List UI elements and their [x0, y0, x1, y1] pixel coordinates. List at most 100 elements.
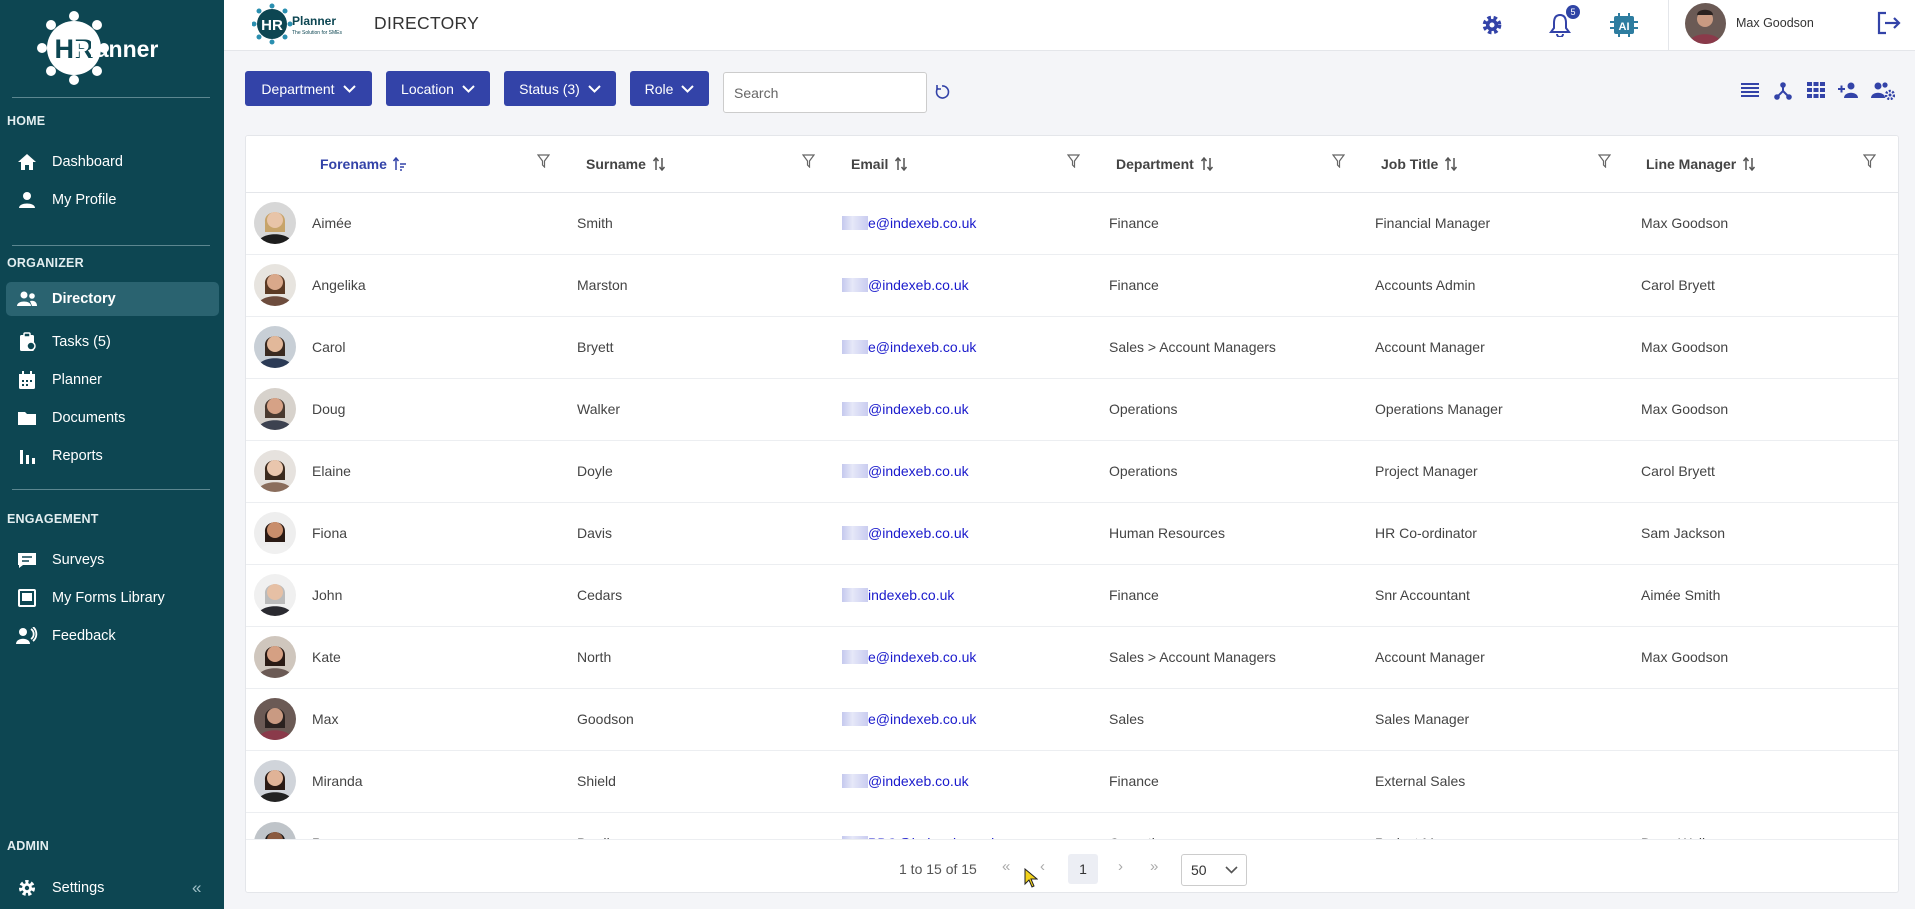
- add-user-button[interactable]: [1838, 82, 1860, 103]
- department-filter-icon[interactable]: [1332, 154, 1345, 168]
- email-cell[interactable]: indexeb.co.uk: [842, 587, 954, 603]
- sidebar-item-documents[interactable]: Documents: [6, 401, 219, 435]
- search-input[interactable]: [723, 72, 927, 113]
- chevron-down-icon: [681, 84, 695, 93]
- sort-ascending-icon: [392, 157, 406, 171]
- sidebar-item-my-forms-library[interactable]: My Forms Library: [6, 581, 219, 615]
- org-chart-view-button[interactable]: [1774, 82, 1792, 105]
- table-row[interactable]: Angelika Marston @indexeb.co.uk Finance …: [246, 255, 1898, 317]
- employee-avatar[interactable]: [254, 636, 296, 678]
- table-row[interactable]: John Cedars indexeb.co.uk Finance Snr Ac…: [246, 565, 1898, 627]
- status-filter-button[interactable]: Status (3): [504, 71, 616, 106]
- redacted-email-prefix: [842, 712, 868, 726]
- email-cell[interactable]: e@indexeb.co.uk: [842, 649, 976, 665]
- surname-cell: Cedars: [577, 587, 623, 603]
- sidebar-item-my-profile[interactable]: My Profile: [6, 183, 219, 217]
- job-title-cell: Accounts Admin: [1375, 277, 1476, 293]
- employee-avatar[interactable]: [254, 388, 296, 430]
- employee-avatar[interactable]: [254, 326, 296, 368]
- redacted-email-prefix: [842, 774, 868, 788]
- table-row[interactable]: Elaine Doyle @indexeb.co.uk Operations P…: [246, 441, 1898, 503]
- column-header-line-manager[interactable]: Line Manager: [1646, 156, 1756, 172]
- email-cell[interactable]: @indexeb.co.uk: [842, 525, 969, 541]
- current-page-button[interactable]: 1: [1068, 854, 1098, 884]
- table-row[interactable]: Carol Bryett e@indexeb.co.uk Sales > Acc…: [246, 317, 1898, 379]
- collapse-sidebar-button[interactable]: «: [192, 878, 201, 898]
- first-page-button[interactable]: «: [1002, 858, 1010, 875]
- column-header-surname[interactable]: Surname: [586, 156, 666, 172]
- department-cell: Finance: [1109, 215, 1159, 231]
- sidebar-item-label: Reports: [52, 448, 103, 464]
- employee-avatar[interactable]: [254, 450, 296, 492]
- department-cell: Finance: [1109, 277, 1159, 293]
- sidebar-item-dashboard[interactable]: Dashboard: [6, 145, 219, 179]
- column-header-forename[interactable]: Forename: [320, 156, 407, 172]
- sidebar-item-tasks[interactable]: Tasks (5): [6, 325, 219, 359]
- manage-users-button[interactable]: [1871, 82, 1896, 105]
- sidebar-item-surveys[interactable]: Surveys: [6, 543, 219, 577]
- column-header-department[interactable]: Department: [1116, 156, 1214, 172]
- sidebar-item-directory[interactable]: Directory: [6, 282, 219, 316]
- table-row[interactable]: Max Goodson e@indexeb.co.uk Sales Sales …: [246, 689, 1898, 751]
- sort-icon: [1445, 157, 1458, 171]
- email-cell[interactable]: @indexeb.co.uk: [842, 463, 969, 479]
- surname-filter-icon[interactable]: [802, 154, 815, 168]
- surname-cell: Doyle: [577, 463, 613, 479]
- ai-assistant-button[interactable]: AI: [1610, 11, 1638, 39]
- logout-button[interactable]: [1876, 10, 1902, 41]
- email-cell[interactable]: @indexeb.co.uk: [842, 773, 969, 789]
- previous-page-button[interactable]: ‹: [1040, 858, 1045, 875]
- line-manager-cell: Max Goodson: [1641, 215, 1729, 231]
- last-page-button[interactable]: »: [1150, 858, 1158, 875]
- section-admin: ADMIN: [7, 839, 49, 853]
- user-avatar[interactable]: [1685, 3, 1726, 44]
- table-row[interactable]: Aimée Smith e@indexeb.co.uk Finance Fina…: [246, 193, 1898, 255]
- reset-filters-button[interactable]: [934, 84, 950, 105]
- sidebar-divider: [12, 97, 210, 98]
- list-view-button[interactable]: [1741, 82, 1759, 103]
- clipboard-icon: [16, 331, 38, 353]
- sidebar-item-planner[interactable]: Planner: [6, 363, 219, 397]
- table-row[interactable]: Miranda Shield @indexeb.co.uk Finance Ex…: [246, 751, 1898, 813]
- table-row[interactable]: Kate North e@indexeb.co.uk Sales > Accou…: [246, 627, 1898, 689]
- forename-cell: Doug: [312, 401, 346, 417]
- line-manager-cell: Max Goodson: [1641, 401, 1729, 417]
- department-filter-button[interactable]: Department: [245, 71, 372, 106]
- person-icon: [16, 189, 38, 211]
- line-manager-filter-icon[interactable]: [1863, 154, 1876, 168]
- job-title-filter-icon[interactable]: [1598, 154, 1611, 168]
- role-filter-button[interactable]: Role: [630, 71, 709, 106]
- email-filter-icon[interactable]: [1067, 154, 1080, 168]
- table-row[interactable]: Doug Walker @indexeb.co.uk Operations Op…: [246, 379, 1898, 441]
- sidebar-item-feedback[interactable]: Feedback: [6, 619, 219, 653]
- table-row[interactable]: P Bradl PBO@indexeb.co.uk Operations Pro…: [246, 813, 1898, 839]
- employee-avatar[interactable]: [254, 512, 296, 554]
- employee-avatar[interactable]: [254, 574, 296, 616]
- email-cell[interactable]: @indexeb.co.uk: [842, 277, 969, 293]
- page-size-select[interactable]: 50: [1181, 854, 1247, 886]
- email-cell[interactable]: e@indexeb.co.uk: [842, 215, 976, 231]
- forename-filter-icon[interactable]: [537, 154, 550, 168]
- employee-avatar[interactable]: [254, 202, 296, 244]
- sidebar-item-settings[interactable]: Settings: [6, 871, 219, 905]
- email-cell[interactable]: @indexeb.co.uk: [842, 401, 969, 417]
- employee-avatar[interactable]: [254, 760, 296, 802]
- next-page-button[interactable]: ›: [1118, 858, 1123, 875]
- employee-avatar[interactable]: [254, 264, 296, 306]
- column-header-job-title[interactable]: Job Title: [1381, 156, 1458, 172]
- people-icon: [16, 288, 38, 310]
- user-name[interactable]: Max Goodson: [1736, 16, 1814, 30]
- table-row[interactable]: Fiona Davis @indexeb.co.uk Human Resourc…: [246, 503, 1898, 565]
- column-header-email[interactable]: Email: [851, 156, 908, 172]
- sidebar-item-reports[interactable]: Reports: [6, 439, 219, 473]
- employee-avatar[interactable]: [254, 822, 296, 839]
- settings-gear-button[interactable]: [1478, 11, 1506, 39]
- email-cell[interactable]: e@indexeb.co.uk: [842, 339, 976, 355]
- chevron-down-icon: [462, 84, 475, 93]
- employee-avatar[interactable]: [254, 698, 296, 740]
- email-text: e@indexeb.co.uk: [868, 711, 977, 727]
- location-filter-button[interactable]: Location: [386, 71, 490, 106]
- grid-view-button[interactable]: [1807, 82, 1825, 103]
- sidebar-item-label: My Profile: [52, 192, 117, 208]
- email-cell[interactable]: e@indexeb.co.uk: [842, 711, 976, 727]
